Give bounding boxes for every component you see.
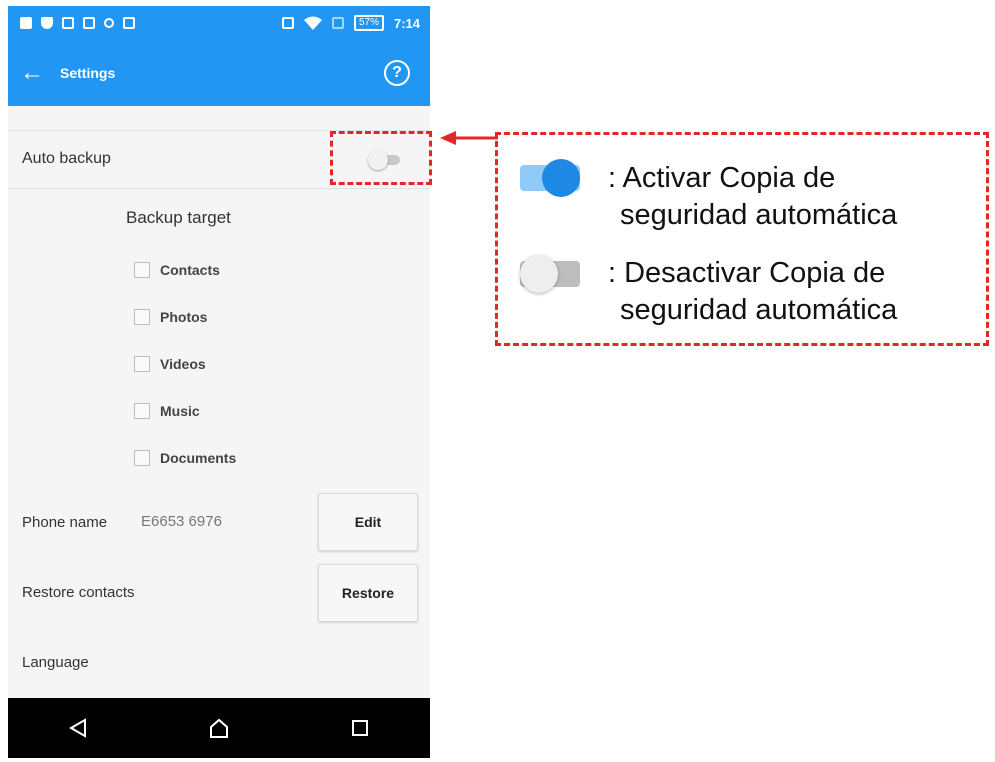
download-icon [83, 17, 95, 29]
app-bar: ← Settings ? [8, 40, 430, 106]
legend-box: : Activar Copia de seguridad automática … [495, 132, 989, 346]
restore-button[interactable]: Restore [318, 564, 418, 622]
navigation-bar [8, 698, 430, 758]
checkbox-photos[interactable]: Photos [134, 309, 207, 325]
edit-button[interactable]: Edit [318, 493, 418, 551]
sd-card-icon [123, 17, 135, 29]
image-icon [62, 17, 74, 29]
checkbox-icon[interactable] [134, 309, 150, 325]
nav-back-icon[interactable] [58, 708, 98, 748]
checkbox-music[interactable]: Music [134, 403, 200, 419]
legend-off-text: : Desactivar Copia de seguridad automáti… [608, 257, 898, 326]
nav-recents-icon[interactable] [340, 708, 380, 748]
toggle-highlight-box [330, 131, 432, 185]
toggle-on-icon [520, 157, 580, 197]
checkbox-contacts[interactable]: Contacts [134, 262, 220, 278]
nfc-icon [281, 17, 294, 29]
battery-icon: 57% [353, 15, 384, 31]
backup-target-title: Backup target [126, 208, 231, 227]
checkbox-icon[interactable] [134, 403, 150, 419]
restore-contacts-label: Restore contacts [22, 584, 135, 601]
arrow-back-icon[interactable]: ← [20, 59, 44, 87]
arrow-left-icon [440, 131, 498, 145]
phone-screen: 57% 7:14 ← Settings ? Auto backup Backup… [8, 6, 430, 758]
language-label[interactable]: Language [22, 654, 89, 671]
checkbox-icon[interactable] [134, 262, 150, 278]
auto-backup-label: Auto backup [22, 150, 111, 167]
phone-name-label: Phone name [22, 514, 108, 531]
checkbox-icon[interactable] [134, 450, 150, 466]
notification-icon [20, 17, 32, 29]
toggle-off-icon [520, 253, 580, 293]
phone-name-value: E6653 6976 [141, 513, 222, 530]
wifi-icon [303, 16, 322, 30]
shield-icon [41, 17, 53, 29]
legend-on-text: : Activar Copia de seguridad automática [608, 162, 898, 231]
checkbox-documents[interactable]: Documents [134, 450, 236, 466]
record-icon [104, 18, 114, 28]
checkbox-icon[interactable] [134, 356, 150, 372]
divider [8, 188, 430, 189]
nav-home-icon[interactable] [199, 708, 239, 748]
sim-icon [331, 17, 344, 29]
checkbox-videos[interactable]: Videos [134, 356, 206, 372]
page-title: Settings [60, 65, 116, 81]
clock: 7:14 [393, 15, 420, 31]
help-circle-icon[interactable]: ? [384, 60, 410, 86]
status-bar: 57% 7:14 [8, 6, 430, 40]
